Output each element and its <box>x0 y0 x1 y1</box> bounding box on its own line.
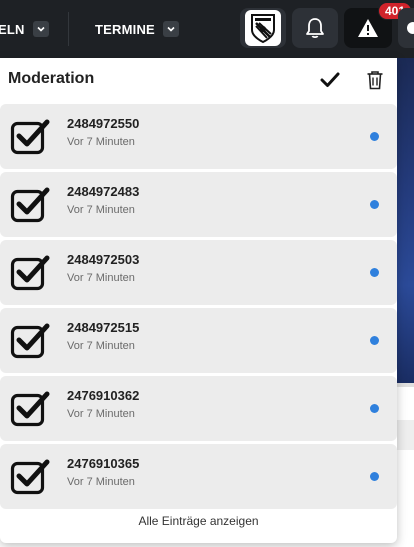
nav-menu-item-termine[interactable]: TERMINE <box>95 0 179 58</box>
item-id: 2484972515 <box>67 320 140 335</box>
item-time: Vor 7 Minuten <box>67 408 135 420</box>
moderation-list-item[interactable]: 2484972483 Vor 7 Minuten <box>0 172 397 237</box>
background-page-image <box>396 58 414 383</box>
bell-icon <box>306 18 324 39</box>
moderation-list-item[interactable]: 2484972550 Vor 7 Minuten <box>0 104 397 169</box>
unread-dot <box>370 404 379 413</box>
unread-dot <box>370 200 379 209</box>
nav-menu-item-1-label: ELN <box>0 21 25 37</box>
checkbox-checked-icon <box>10 119 50 155</box>
nav-divider <box>68 12 69 46</box>
moderation-list-item[interactable]: 2484972515 Vor 7 Minuten <box>0 308 397 373</box>
unread-dot <box>370 472 379 481</box>
panel-title: Moderation <box>8 70 95 87</box>
club-logo-button[interactable] <box>240 8 286 48</box>
moderation-list-item[interactable]: 2484972503 Vor 7 Minuten <box>0 240 397 305</box>
item-id: 2484972550 <box>67 116 140 131</box>
moderation-panel: Moderation 2484972550 Vor 7 Minuten 2484… <box>0 58 397 543</box>
chat-button[interactable] <box>398 8 414 48</box>
item-time: Vor 7 Minuten <box>67 136 135 148</box>
item-time: Vor 7 Minuten <box>67 272 135 284</box>
warning-icon <box>358 19 378 37</box>
moderation-list: 2484972550 Vor 7 Minuten 2484972483 Vor … <box>0 104 397 512</box>
chevron-down-icon <box>162 21 179 37</box>
chevron-down-icon <box>32 21 49 37</box>
trash-icon[interactable] <box>366 70 384 90</box>
nav-menu-item-1[interactable]: ELN <box>0 0 49 58</box>
check-icon[interactable] <box>320 71 340 89</box>
item-time: Vor 7 Minuten <box>67 204 135 216</box>
checkbox-checked-icon <box>10 391 50 427</box>
notifications-button[interactable] <box>292 8 338 48</box>
unread-dot <box>370 336 379 345</box>
show-all-entries-link[interactable]: Alle Einträge anzeigen <box>0 514 397 528</box>
item-time: Vor 7 Minuten <box>67 340 135 352</box>
item-id: 2476910365 <box>67 456 140 471</box>
moderation-list-item[interactable]: 2476910365 Vor 7 Minuten <box>0 444 397 509</box>
moderation-panel-header: Moderation <box>0 58 397 100</box>
club-crest-logo <box>245 10 281 46</box>
background-block <box>396 420 414 450</box>
unread-dot <box>370 132 379 141</box>
checkbox-checked-icon <box>10 187 50 223</box>
chat-icon <box>407 22 414 34</box>
background-divider <box>396 383 414 387</box>
item-id: 2476910362 <box>67 388 140 403</box>
item-id: 2484972503 <box>67 252 140 267</box>
item-time: Vor 7 Minuten <box>67 476 135 488</box>
checkbox-checked-icon <box>10 255 50 291</box>
moderation-list-item[interactable]: 2476910362 Vor 7 Minuten <box>0 376 397 441</box>
checkbox-checked-icon <box>10 323 50 359</box>
nav-menu-item-termine-label: TERMINE <box>95 21 155 37</box>
unread-dot <box>370 268 379 277</box>
checkbox-checked-icon <box>10 459 50 495</box>
item-id: 2484972483 <box>67 184 140 199</box>
top-navigation-bar: ELN TERMINE 401 <box>0 0 414 58</box>
